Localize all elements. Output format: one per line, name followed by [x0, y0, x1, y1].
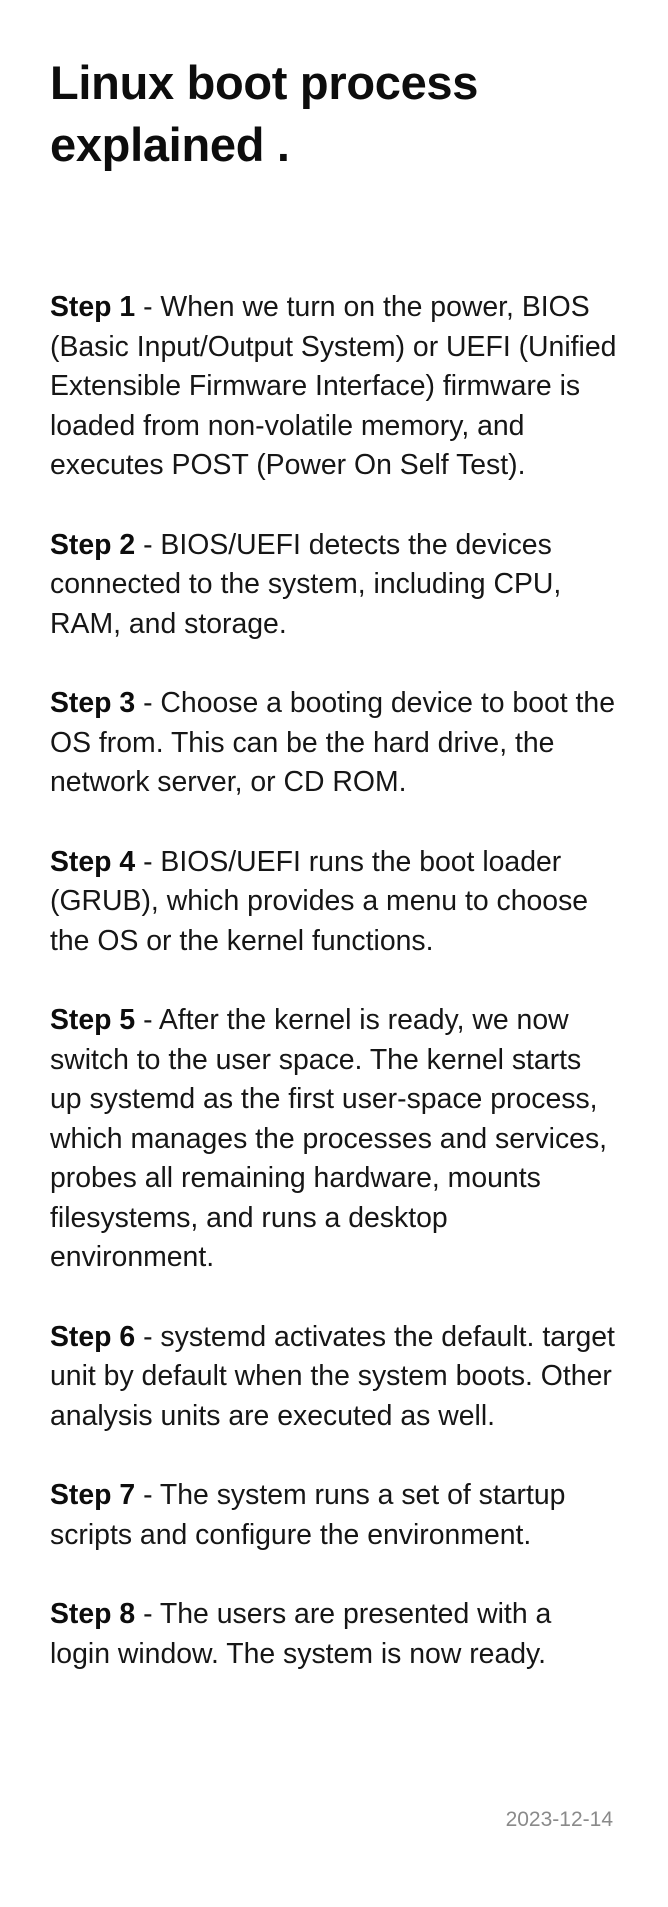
step-label: Step 4	[50, 845, 136, 878]
page-title: Linux boot process explained .	[50, 56, 479, 171]
step-label: Step 6	[50, 1320, 136, 1353]
step-2: Step 2 - BIOS/UEFI detects the devices c…	[50, 526, 618, 645]
step-1: Step 1 - When we turn on the power, BIOS…	[50, 288, 618, 486]
step-label: Step 3	[50, 687, 136, 719]
page: Linux boot process explained . Step 1 - …	[0, 0, 668, 1907]
step-text: - After the kernel is ready, we now swit…	[50, 1004, 608, 1273]
step-label: Step 5	[50, 1004, 136, 1036]
step-label: Step 2	[50, 528, 136, 561]
date-stamp: 2023-12-14	[505, 1808, 613, 1831]
step-text: - systemd activates the default. target …	[50, 1320, 615, 1432]
step-label: Step 8	[50, 1598, 136, 1630]
steps-list: Step 1 - When we turn on the power, BIOS…	[50, 288, 618, 1674]
step-3: Step 3 - Choose a booting device to boot…	[50, 684, 618, 803]
step-8: Step 8 - The users are presented with a …	[50, 1595, 618, 1674]
step-5: Step 5 - After the kernel is ready, we n…	[50, 1001, 618, 1278]
step-label: Step 1	[50, 291, 136, 323]
step-4: Step 4 - BIOS/UEFI runs the boot loader …	[50, 843, 618, 962]
step-text: - When we turn on the power, BIOS (Basic…	[50, 291, 617, 481]
step-7: Step 7 - The system runs a set of startu…	[50, 1476, 618, 1555]
step-text: - Choose a booting device to boot the OS…	[50, 687, 616, 798]
step-label: Step 7	[50, 1479, 136, 1511]
step-6: Step 6 - systemd activates the default. …	[50, 1318, 618, 1437]
